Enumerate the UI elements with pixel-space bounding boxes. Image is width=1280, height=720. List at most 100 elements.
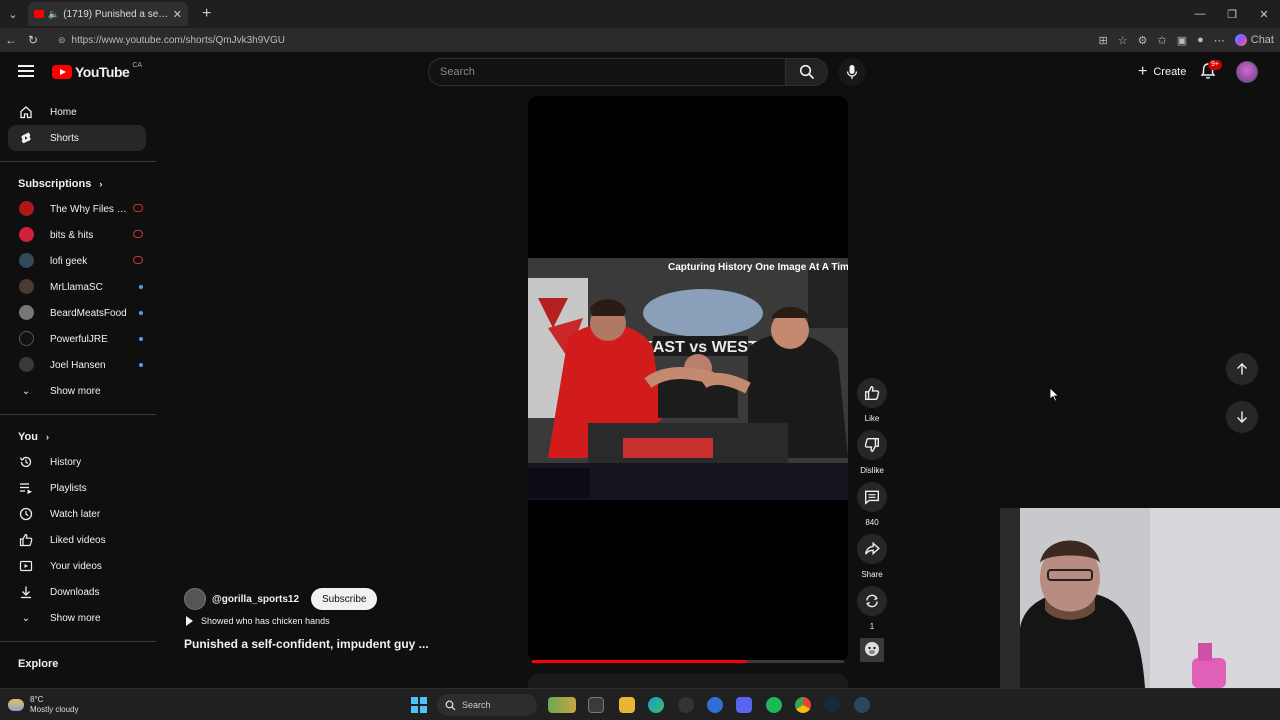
download-icon — [21, 586, 31, 599]
taskbar-search-box[interactable]: Search — [437, 694, 537, 716]
sidebar-item-subscription[interactable]: Joel Hansen — [8, 352, 148, 378]
voice-search-button[interactable] — [838, 58, 866, 86]
arrow-down-icon — [1237, 411, 1247, 423]
short-title[interactable]: Punished a self-confident, impudent guy … — [184, 637, 429, 651]
notification-count-badge: 9+ — [1208, 60, 1222, 70]
sound-channel-thumbnail[interactable] — [860, 638, 884, 662]
github-app-icon[interactable] — [678, 697, 694, 713]
weather-icon — [8, 699, 24, 711]
subscriptions-heading[interactable]: Subscriptions › — [0, 172, 156, 196]
more-menu-icon[interactable]: ⋯ — [1214, 34, 1225, 47]
like-button[interactable] — [857, 378, 887, 408]
you-heading[interactable]: You › — [0, 425, 156, 449]
sidebar-item-downloads[interactable]: Downloads — [8, 579, 148, 605]
search-icon — [799, 64, 814, 80]
sidebar-item-subscription[interactable]: BeardMeatsFood — [8, 300, 148, 326]
youtube-logo[interactable]: YouTube CA — [52, 62, 142, 80]
profile-icon[interactable]: ● — [1197, 34, 1204, 46]
arm-wrestling-scene: EAST vs WEST — [528, 258, 848, 500]
spotify-icon[interactable] — [766, 697, 782, 713]
extensions-icon[interactable]: ⚙ — [1138, 34, 1148, 47]
dislike-button[interactable] — [857, 430, 887, 460]
clock-icon — [19, 507, 33, 521]
new-tab-button[interactable]: + — [202, 5, 211, 23]
site-info-icon[interactable]: ⊜ — [58, 35, 66, 46]
sidebar-item-subscription[interactable]: The Why Files - B... — [8, 196, 148, 222]
chevron-right-icon: › — [99, 179, 103, 189]
task-view-icon[interactable] — [588, 697, 604, 713]
next-short-preview[interactable] — [528, 674, 848, 688]
discord-icon[interactable] — [736, 697, 752, 713]
subscribe-button[interactable]: Subscribe — [311, 588, 378, 610]
chrome-icon[interactable] — [795, 697, 811, 713]
history-icon — [19, 456, 32, 468]
weather-widget[interactable]: 8°C Mostly cloudy — [8, 695, 78, 715]
sidebar-item-watch-later[interactable]: Watch later — [8, 501, 148, 527]
close-window-button[interactable]: ✕ — [1248, 0, 1280, 28]
sidebar-item-shorts[interactable]: Shorts — [8, 125, 146, 151]
shorts-video-player[interactable]: EAST vs WEST Capturing History One Image… — [528, 96, 848, 662]
youtube-favicon-icon — [34, 10, 44, 18]
sidebar-item-playlists[interactable]: Playlists — [8, 475, 148, 501]
refresh-button[interactable]: ↻ — [22, 33, 44, 47]
search-button[interactable] — [786, 58, 828, 86]
sidebar-item-liked-videos[interactable]: Liked videos — [8, 527, 148, 553]
related-video-link[interactable]: Showed who has chicken hands — [186, 616, 330, 626]
file-explorer-icon[interactable] — [619, 697, 635, 713]
sidebar-item-subscription[interactable]: PowerfulJRE — [8, 326, 148, 352]
app-icon[interactable] — [707, 697, 723, 713]
account-avatar[interactable] — [1236, 61, 1258, 83]
channel-avatar — [19, 227, 34, 242]
previous-short-button[interactable] — [1226, 353, 1258, 385]
video-progress-bar[interactable] — [532, 660, 844, 663]
share-icon — [865, 541, 880, 556]
next-short-button[interactable] — [1226, 401, 1258, 433]
channel-handle[interactable]: @gorilla_sports12 — [212, 594, 299, 605]
show-more-you-button[interactable]: ⌄ Show more — [8, 605, 148, 631]
guide-menu-icon[interactable] — [18, 65, 34, 77]
speaker-icon[interactable]: 🔈 — [48, 9, 59, 20]
channel-avatar[interactable] — [184, 588, 206, 610]
browser-address-bar: ← ↻ ⊜ https://www.youtube.com/shorts/QmJ… — [0, 28, 1280, 52]
sidebar-item-home[interactable]: Home — [8, 99, 148, 125]
share-button[interactable] — [857, 534, 887, 564]
windows-start-icon[interactable] — [411, 697, 427, 713]
weather-description: Mostly cloudy — [30, 705, 79, 714]
video-caption-text: Capturing History One Image At A Time — [668, 262, 848, 273]
shorts-icon — [21, 132, 31, 144]
steam-running-icon[interactable] — [854, 697, 870, 713]
new-content-dot-icon — [139, 337, 143, 341]
youtube-header: YouTube CA Search + Create 9+ — [0, 52, 1280, 92]
edge-browser-icon[interactable] — [648, 697, 664, 713]
close-tab-icon[interactable]: ✕ — [173, 8, 182, 21]
browser-tab[interactable]: 🔈 (1719) Punished a self-confide ✕ — [28, 2, 188, 26]
url-text: https://www.youtube.com/shorts/QmJvk3h9V… — [71, 34, 285, 46]
sidebar-divider — [0, 641, 156, 642]
copilot-chat-button[interactable]: Chat — [1234, 34, 1274, 46]
restore-button[interactable]: ❐ — [1216, 0, 1248, 28]
url-field[interactable]: ⊜ https://www.youtube.com/shorts/QmJvk3h… — [50, 30, 1100, 50]
steam-icon[interactable] — [824, 697, 840, 713]
create-button[interactable]: + Create — [1128, 60, 1196, 84]
minimize-button[interactable]: — — [1184, 0, 1216, 28]
widgets-app-icon[interactable] — [548, 697, 576, 713]
search-input[interactable]: Search — [428, 58, 786, 86]
live-indicator-icon — [133, 256, 143, 264]
tab-actions-menu-button[interactable]: ⌄ — [0, 0, 26, 28]
sidebar-item-subscription[interactable]: MrLlamaSC — [8, 274, 148, 300]
favorite-star-icon[interactable]: ☆ — [1118, 34, 1128, 47]
browser-toolbar-icons: ⊞ ☆ ⚙ ✩ ▣ ● ⋯ Chat — [1099, 28, 1274, 52]
remix-button[interactable] — [857, 586, 887, 616]
show-more-subscriptions-button[interactable]: ⌄ Show more — [8, 378, 148, 404]
sidebar-item-your-videos[interactable]: Your videos — [8, 553, 148, 579]
favorites-icon[interactable]: ✩ — [1157, 34, 1166, 47]
share-action: Share — [856, 534, 888, 579]
app-available-icon[interactable]: ⊞ — [1099, 34, 1108, 47]
collections-icon[interactable]: ▣ — [1177, 34, 1187, 47]
comments-button[interactable] — [857, 482, 887, 512]
sidebar-item-subscription[interactable]: lofi geek — [8, 248, 148, 274]
weather-temperature: 8°C — [30, 695, 44, 704]
sidebar-item-subscription[interactable]: bits & hits — [8, 222, 148, 248]
back-button[interactable]: ← — [0, 33, 22, 47]
sidebar-item-history[interactable]: History — [8, 449, 148, 475]
